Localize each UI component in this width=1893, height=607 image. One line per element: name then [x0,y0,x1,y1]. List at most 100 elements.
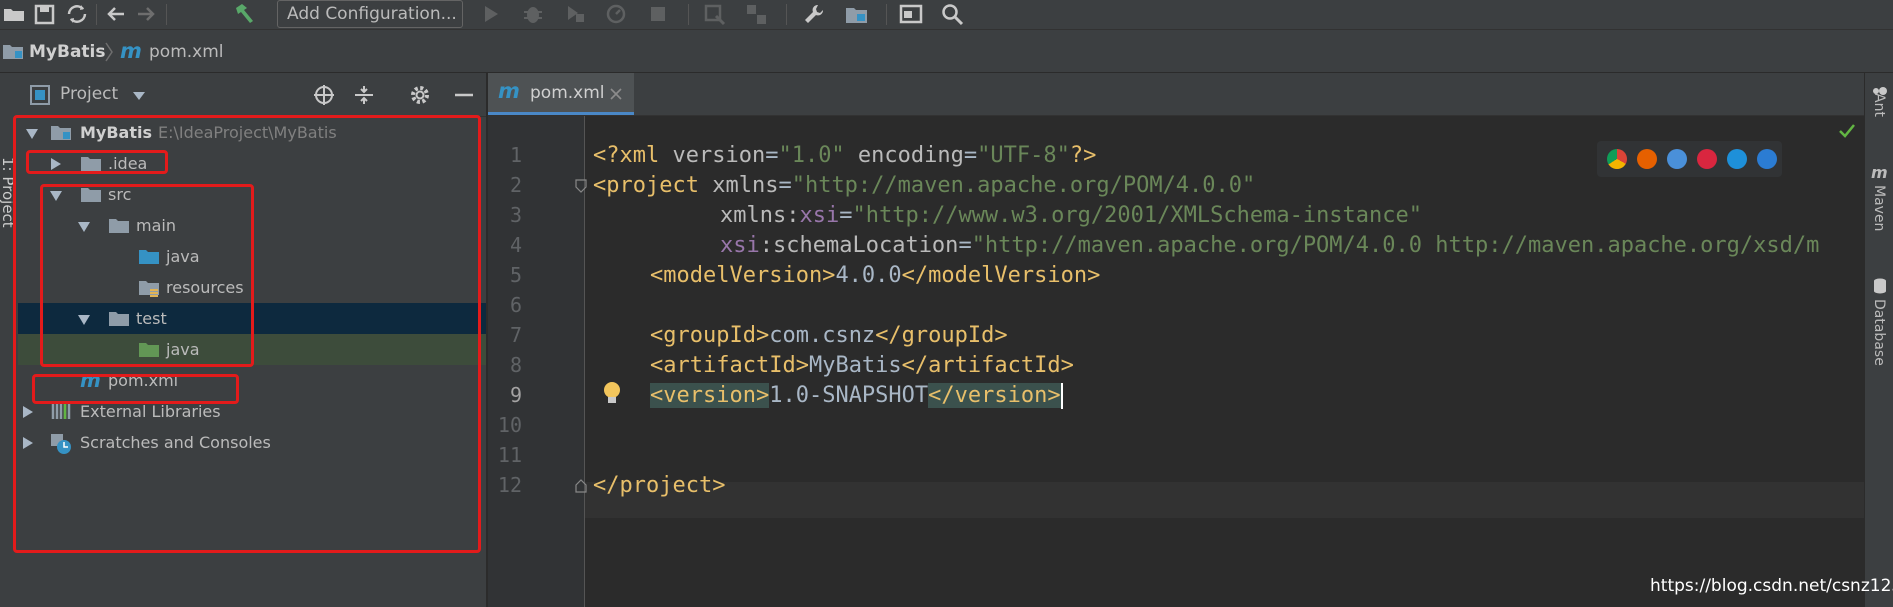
tool-window-tab-project[interactable]: 1: Project [0,157,17,228]
tree-path-mybatis: E:\IdeaProject\MyBatis [158,123,337,142]
tree-row-pom[interactable]: m pom.xml [18,365,486,396]
line-number: 11 [497,443,522,467]
profile-icon[interactable] [604,2,630,26]
forward-icon[interactable] [134,2,160,26]
gear-icon[interactable] [408,83,432,107]
breadcrumb-file[interactable]: pom.xml [149,42,224,62]
internet-explorer-icon[interactable] [1727,149,1747,169]
opera-icon[interactable] [1697,149,1717,169]
tree-row-java-test[interactable]: java [18,334,486,365]
collapse-arrow-icon[interactable] [23,437,33,449]
project-structure-icon[interactable] [844,2,870,26]
firefox-icon[interactable] [1637,149,1657,169]
expand-arrow-icon[interactable] [78,222,90,232]
line-number: 9 [509,383,522,407]
tool-window-tab-ant[interactable]: Ant [1871,93,1887,117]
close-icon[interactable] [610,88,622,100]
attach-icon[interactable] [702,2,728,26]
collapse-arrow-icon[interactable] [51,158,61,170]
maven-m-icon: m [120,39,142,63]
search-icon[interactable] [940,2,966,26]
breadcrumb: MyBatis m pom.xml [0,30,1893,73]
project-tool-window: Project MyBatis E:\IdeaProject\MyBatis .… [18,73,486,607]
save-icon[interactable] [32,2,58,26]
edge-icon[interactable] [1757,149,1777,169]
tab-pom-xml[interactable]: m pom.xml [488,73,634,115]
tree-label-java-test: java [166,340,200,359]
test-folder-icon [139,343,159,357]
coverage-icon[interactable] [562,2,588,26]
deploy-icon[interactable] [744,2,770,26]
tree-label-resources: resources [166,278,244,297]
stop-icon[interactable] [646,2,672,26]
terminal-icon[interactable] [898,2,924,26]
sync-icon[interactable] [64,2,90,26]
fold-marker-icon[interactable] [575,479,587,493]
settings-wrench-icon[interactable] [802,2,828,26]
tree-label-pom: pom.xml [108,371,179,390]
collapse-all-icon[interactable] [352,83,376,107]
code-line-1: <?xml version="1.0" encoding="UTF-8"?> [593,143,1097,168]
expand-arrow-icon[interactable] [78,315,90,325]
line-number-gutter: 1 2 3 4 5 6 7 8 9 10 11 12 [488,116,620,607]
breadcrumb-project[interactable]: MyBatis [29,42,106,62]
tree-row-external-libraries[interactable]: External Libraries [18,396,486,427]
tree-label-main: main [136,216,176,235]
tree-row-java-main[interactable]: java [18,241,486,272]
line-number: 1 [509,143,522,167]
code-line-9: <version>1.0-SNAPSHOT</version> [650,383,1063,409]
database-icon [1874,278,1886,294]
tool-window-tab-maven[interactable]: Maven [1871,185,1887,231]
code-line-3: xmlns:xsi="http://www.w3.org/2001/XMLSch… [720,203,1423,228]
locate-target-icon[interactable] [312,83,336,107]
lightbulb-icon[interactable] [602,381,622,405]
run-icon[interactable] [478,2,504,26]
chevron-down-icon[interactable] [132,91,146,101]
tree-label-test: test [136,309,167,328]
tree-row-resources[interactable]: resources [18,272,486,303]
tree-row-main[interactable]: main [18,210,486,241]
line-number: 2 [509,173,522,197]
line-number: 5 [509,263,522,287]
project-view-title[interactable]: Project [60,84,118,104]
debug-icon[interactable] [520,2,546,26]
tree-row-test[interactable]: test [18,303,486,334]
code-line-2: <project xmlns="http://maven.apache.org/… [593,173,1256,198]
chrome-icon[interactable] [1607,149,1627,169]
minimize-icon[interactable] [452,83,476,107]
tool-window-tab-database[interactable]: Database [1871,299,1887,366]
code-line-7: <groupId>com.csnz</groupId> [650,323,1008,348]
tree-row-src[interactable]: src [18,179,486,210]
build-hammer-icon[interactable] [232,2,258,26]
chevron-right-icon [105,42,113,62]
safari-icon[interactable] [1667,149,1687,169]
folder-icon [109,219,129,233]
resources-folder-icon [139,281,159,297]
line-number: 12 [497,473,522,497]
current-line-highlight [584,482,1864,518]
tree-row-mybatis[interactable]: MyBatis E:\IdeaProject\MyBatis [18,117,486,148]
code-line-12: </project> [593,473,726,498]
project-folder-icon [3,45,23,59]
folder-icon [81,188,101,202]
line-number: 10 [497,413,522,437]
back-icon[interactable] [104,2,130,26]
maven-m-icon: m [80,368,101,392]
tree-row-scratches[interactable]: Scratches and Consoles [18,427,486,458]
fold-marker-icon[interactable] [575,179,587,193]
open-icon[interactable] [2,2,28,26]
editor-tab-bar: m pom.xml [488,73,1864,116]
left-tool-strip: 1: Project [0,73,19,607]
add-configuration-button[interactable]: Add Configuration... [277,0,463,28]
module-folder-icon [51,126,71,140]
library-icon [51,404,71,419]
expand-arrow-icon[interactable] [50,191,62,201]
code-line-8: <artifactId>MyBatis</artifactId> [650,353,1074,378]
project-panel-header: Project [18,73,486,117]
collapse-arrow-icon[interactable] [23,406,33,418]
expand-arrow-icon[interactable] [26,129,38,139]
tree-row-idea[interactable]: .idea [18,148,486,179]
maven-m-icon: m [498,79,520,103]
line-number: 6 [509,293,522,317]
line-number: 3 [509,203,522,227]
